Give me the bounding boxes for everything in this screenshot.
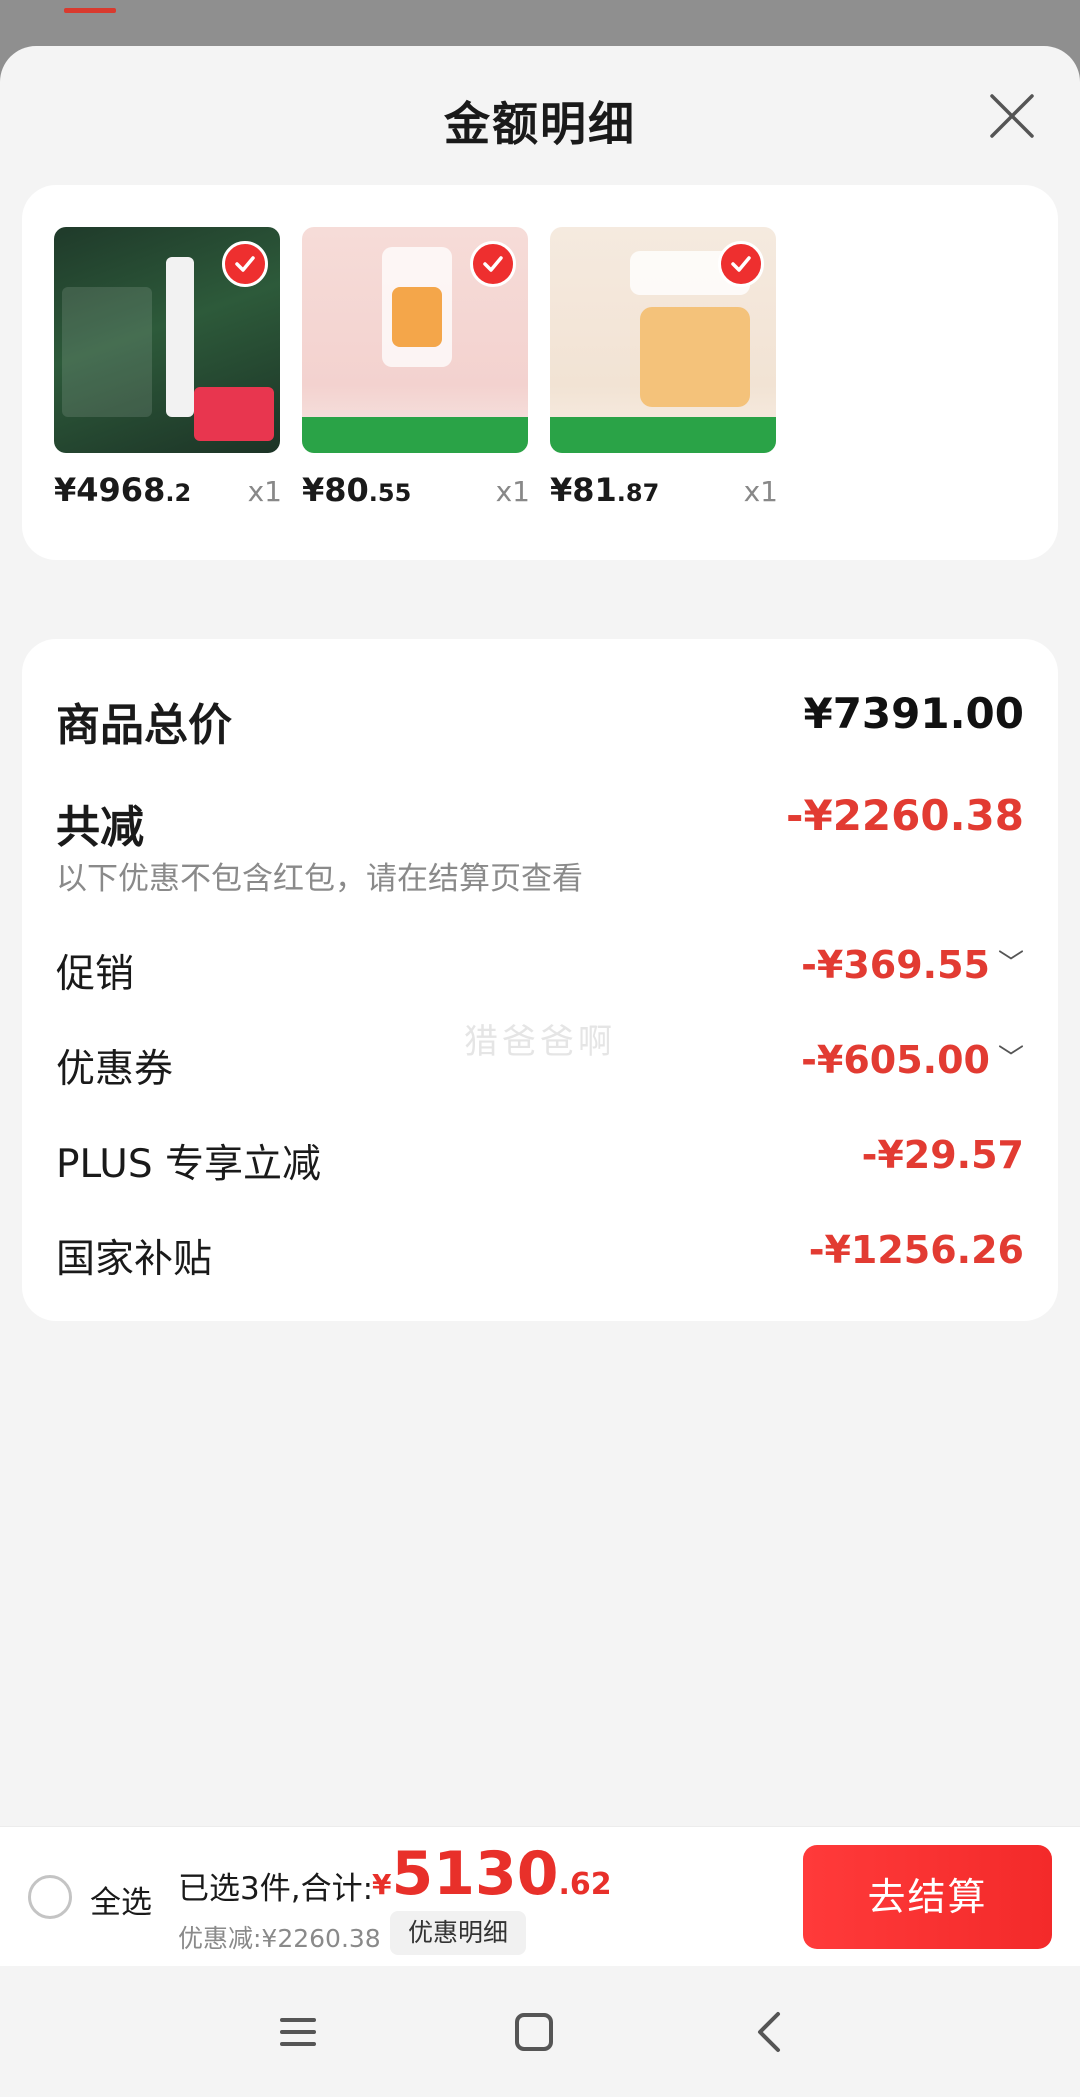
product-item[interactable]: ¥80.55 x1 (302, 227, 530, 517)
promotion-amount: -¥369.55 (801, 943, 990, 987)
total-integer: 5130 (391, 1839, 559, 1909)
total-reduction-value: -¥2260.38 (786, 791, 1024, 840)
price-decimal: .2 (165, 479, 192, 507)
total-decimal: .62 (558, 1867, 612, 1902)
total-currency-symbol: ¥ (372, 1868, 392, 1901)
menu-icon (280, 2018, 316, 2046)
product-price-row: ¥81.87 x1 (550, 467, 778, 517)
nav-home-button[interactable] (504, 2002, 564, 2062)
amount-detail-sheet: 金额明细 ¥4968.2 x1 ¥80.55 x1 ¥81.87 x1 商品总价… (0, 46, 1080, 1832)
product-quantity: x1 (495, 475, 530, 508)
total-reduction-row: 共减 -¥2260.38 (56, 791, 1024, 853)
sheet-header: 金额明细 (0, 46, 1080, 186)
product-price: ¥80.55 (302, 471, 411, 509)
discount-detail-button[interactable]: 优惠明细 (390, 1911, 527, 1955)
promotion-value: -¥369.55 ﹀ (801, 943, 1024, 987)
plus-discount-label: PLUS 专享立减 (56, 1142, 322, 1187)
sheet-title: 金额明细 (444, 97, 636, 151)
product-quantity: x1 (743, 475, 778, 508)
checkout-button[interactable]: 去结算 (803, 1845, 1052, 1949)
plus-discount-value: -¥29.57 (861, 1133, 1024, 1177)
product-price: ¥81.87 (550, 471, 659, 509)
chevron-down-icon: ﹀ (997, 949, 1024, 979)
national-subsidy-value: -¥1256.26 (808, 1228, 1024, 1272)
check-icon (731, 256, 751, 272)
back-icon (758, 2012, 780, 2052)
check-icon (483, 256, 503, 272)
total-price-row: 商品总价 ¥7391.00 (56, 689, 1024, 751)
product-item[interactable]: ¥81.87 x1 (550, 227, 778, 517)
select-all-label[interactable]: 全选 (90, 1877, 152, 1922)
product-price: ¥4968.2 (54, 471, 191, 509)
promotion-label: 促销 (56, 952, 135, 997)
check-icon (235, 256, 255, 272)
product-item[interactable]: ¥4968.2 x1 (54, 227, 282, 517)
plus-discount-row: PLUS 专享立减 -¥29.57 (56, 1133, 1024, 1193)
product-image-blender (302, 227, 528, 453)
system-nav-bar (0, 1966, 1080, 2097)
backdrop-tab-indicator (64, 8, 116, 13)
watermark: 猎爸爸啊 (464, 1022, 616, 1062)
summary-total: ¥5130.62 (372, 1839, 612, 1909)
national-subsidy-row: 国家补贴 -¥1256.26 (56, 1228, 1024, 1288)
selected-check-badge (470, 241, 516, 287)
price-integer: ¥80 (302, 471, 369, 509)
close-button[interactable] (986, 90, 1038, 142)
discount-summary: 优惠减:¥2260.38 (178, 1924, 381, 1953)
national-subsidy-label: 国家补贴 (56, 1237, 213, 1282)
product-price-row: ¥4968.2 x1 (54, 467, 282, 517)
price-decimal: .55 (368, 479, 412, 507)
price-detail-card: 商品总价 ¥7391.00 共减 -¥2260.38 以下优惠不包含红包，请在结… (22, 639, 1058, 1321)
promotion-row[interactable]: 促销 -¥369.55 ﹀ (56, 943, 1024, 1003)
products-card: ¥4968.2 x1 ¥80.55 x1 ¥81.87 x1 (22, 185, 1058, 560)
selected-check-badge (222, 241, 268, 287)
selected-summary: 已选3件,合计: (178, 1871, 374, 1907)
price-decimal: .87 (616, 479, 660, 507)
total-reduction-label: 共减 (56, 802, 144, 853)
product-quantity: x1 (247, 475, 282, 508)
checkout-bar: 全选 已选3件,合计: ¥5130.62 优惠减:¥2260.38 优惠明细 去… (0, 1826, 1080, 1966)
home-icon (515, 2013, 553, 2051)
product-image-air-conditioner (54, 227, 280, 453)
total-price-label: 商品总价 (56, 700, 232, 751)
price-integer: ¥81 (550, 471, 617, 509)
price-integer: ¥4968 (54, 471, 166, 509)
nav-menu-button[interactable] (268, 2002, 328, 2062)
select-all-radio[interactable] (28, 1875, 72, 1919)
close-icon (990, 94, 1034, 138)
product-price-row: ¥80.55 x1 (302, 467, 530, 517)
total-price-value: ¥7391.00 (803, 689, 1024, 738)
selected-check-badge (718, 241, 764, 287)
product-image-egg-steamer (550, 227, 776, 453)
discount-note: 以下优惠不包含红包，请在结算页查看 (56, 861, 583, 897)
nav-back-button[interactable] (740, 2002, 800, 2062)
